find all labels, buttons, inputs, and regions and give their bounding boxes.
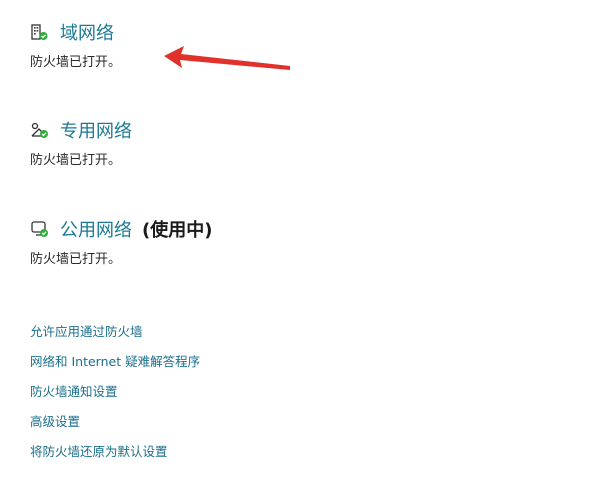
advanced-settings-link[interactable]: 高级设置 <box>30 412 200 442</box>
allow-app-link[interactable]: 允许应用通过防火墙 <box>30 322 200 352</box>
private-network-section: 专用网络 防火墙已打开。 <box>30 117 132 168</box>
public-network-section: 公用网络 (使用中) 防火墙已打开。 <box>30 216 212 267</box>
domain-network-section: 域网络 防火墙已打开。 <box>30 19 121 70</box>
domain-network-title[interactable]: 域网络 <box>60 19 114 45</box>
domain-network-header[interactable]: 域网络 <box>30 19 121 45</box>
domain-network-icon <box>30 22 50 42</box>
annotation-arrow-icon <box>164 46 290 70</box>
domain-network-status: 防火墙已打开。 <box>30 55 122 70</box>
private-network-status: 防火墙已打开。 <box>30 153 122 168</box>
private-network-title[interactable]: 专用网络 <box>60 117 132 143</box>
public-network-title[interactable]: 公用网络 <box>60 216 132 242</box>
public-network-header[interactable]: 公用网络 (使用中) <box>30 216 212 242</box>
public-network-status: 防火墙已打开。 <box>30 252 122 267</box>
restore-defaults-link[interactable]: 将防火墙还原为默认设置 <box>30 442 200 472</box>
notification-settings-link[interactable]: 防火墙通知设置 <box>30 382 200 412</box>
public-network-icon <box>30 219 50 239</box>
troubleshooter-link[interactable]: 网络和 Internet 疑难解答程序 <box>30 352 200 382</box>
private-network-icon <box>30 120 50 140</box>
private-network-header[interactable]: 专用网络 <box>30 117 132 143</box>
public-network-in-use-label: (使用中) <box>142 220 213 241</box>
firewall-links: 允许应用通过防火墙 网络和 Internet 疑难解答程序 防火墙通知设置 高级… <box>30 322 200 472</box>
